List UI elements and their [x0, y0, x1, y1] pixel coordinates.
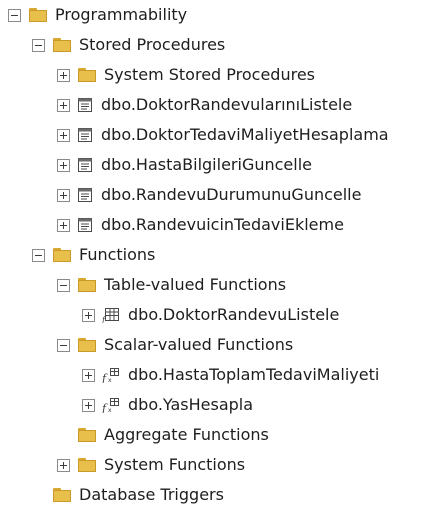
tree-node-procedure[interactable]: dbo.DoktorTedaviMaliyetHesaplama: [0, 120, 440, 150]
tree-node-label: dbo.HastaToplamTedaviMaliyeti: [128, 365, 380, 384]
expand-icon[interactable]: [57, 68, 70, 82]
tree-node-database-triggers[interactable]: Database Triggers: [0, 480, 440, 510]
expand-icon[interactable]: [57, 128, 70, 142]
scalar-valued-function-icon: f x: [102, 398, 119, 413]
expand-icon[interactable]: [57, 218, 70, 232]
no-expander: [57, 429, 70, 442]
tree-node-functions[interactable]: Functions: [0, 240, 440, 270]
table-valued-function-icon: f: [102, 308, 119, 323]
tree-node-label: dbo.HastaBilgileriGuncelle: [101, 155, 312, 174]
tree-node-label: Table-valued Functions: [104, 275, 287, 294]
collapse-icon[interactable]: [57, 338, 70, 352]
collapse-icon[interactable]: [8, 8, 21, 22]
expand-icon[interactable]: [57, 458, 70, 472]
object-explorer-tree: Programmability Stored Procedures System…: [0, 0, 440, 510]
expand-icon[interactable]: [57, 188, 70, 202]
collapse-icon[interactable]: [32, 38, 45, 52]
tree-node-label: Programmability: [55, 5, 188, 24]
tree-node-procedure[interactable]: dbo.RandevuDurumunuGuncelle: [0, 180, 440, 210]
svg-text:x: x: [108, 407, 112, 413]
folder-icon: [78, 428, 96, 442]
tree-node-stored-procedures[interactable]: Stored Procedures: [0, 30, 440, 60]
expand-icon[interactable]: [82, 398, 95, 412]
tree-node-scalar-valued-functions[interactable]: Scalar-valued Functions: [0, 330, 440, 360]
tree-node-label: Aggregate Functions: [104, 425, 269, 444]
folder-icon: [78, 338, 96, 352]
svg-text:x: x: [108, 377, 112, 383]
tree-node-table-valued-functions[interactable]: Table-valued Functions: [0, 270, 440, 300]
tree-node-procedure[interactable]: dbo.DoktorRandevularınıListele: [0, 90, 440, 120]
tree-node-label: dbo.RandevuicinTedaviEkleme: [101, 215, 344, 234]
stored-procedure-icon: [78, 128, 92, 142]
expand-icon[interactable]: [82, 368, 95, 382]
tree-node-label: dbo.DoktorTedaviMaliyetHesaplama: [101, 125, 389, 144]
expand-icon[interactable]: [82, 308, 95, 322]
tree-node-label: Scalar-valued Functions: [104, 335, 294, 354]
collapse-icon[interactable]: [57, 278, 70, 292]
tree-node-scalar-function[interactable]: f x dbo.YasHesapla: [0, 390, 440, 420]
tree-node-label: System Functions: [104, 455, 246, 474]
folder-icon: [53, 488, 71, 502]
stored-procedure-icon: [78, 218, 92, 232]
folder-icon: [53, 248, 71, 262]
tree-node-system-functions[interactable]: System Functions: [0, 450, 440, 480]
tree-node-procedure[interactable]: dbo.RandevuicinTedaviEkleme: [0, 210, 440, 240]
tree-node-label: dbo.DoktorRandevuListele: [128, 305, 340, 324]
folder-icon: [78, 278, 96, 292]
scalar-valued-function-icon: f x: [102, 368, 119, 383]
tree-node-aggregate-functions[interactable]: Aggregate Functions: [0, 420, 440, 450]
tree-node-programmability[interactable]: Programmability: [0, 0, 440, 30]
folder-icon: [78, 68, 96, 82]
tree-node-label: Functions: [79, 245, 156, 264]
tree-node-label: dbo.DoktorRandevularınıListele: [101, 95, 353, 114]
tree-node-scalar-function[interactable]: f x dbo.HastaToplamTedaviMaliyeti: [0, 360, 440, 390]
tree-node-label: Database Triggers: [79, 485, 224, 504]
no-expander: [32, 489, 45, 502]
stored-procedure-icon: [78, 98, 92, 112]
stored-procedure-icon: [78, 158, 92, 172]
tree-node-procedure[interactable]: dbo.HastaBilgileriGuncelle: [0, 150, 440, 180]
tree-node-label: System Stored Procedures: [104, 65, 316, 84]
expand-icon[interactable]: [57, 158, 70, 172]
tree-node-label: Stored Procedures: [79, 35, 226, 54]
expand-icon[interactable]: [57, 98, 70, 112]
stored-procedure-icon: [78, 188, 92, 202]
tree-node-label: dbo.RandevuDurumunuGuncelle: [101, 185, 362, 204]
collapse-icon[interactable]: [32, 248, 45, 262]
folder-icon: [29, 8, 47, 22]
folder-icon: [53, 38, 71, 52]
tree-node-label: dbo.YasHesapla: [128, 395, 254, 414]
tree-node-table-function[interactable]: f dbo.DoktorRandevuListele: [0, 300, 440, 330]
tree-node-system-stored-procedures[interactable]: System Stored Procedures: [0, 60, 440, 90]
folder-icon: [78, 458, 96, 472]
